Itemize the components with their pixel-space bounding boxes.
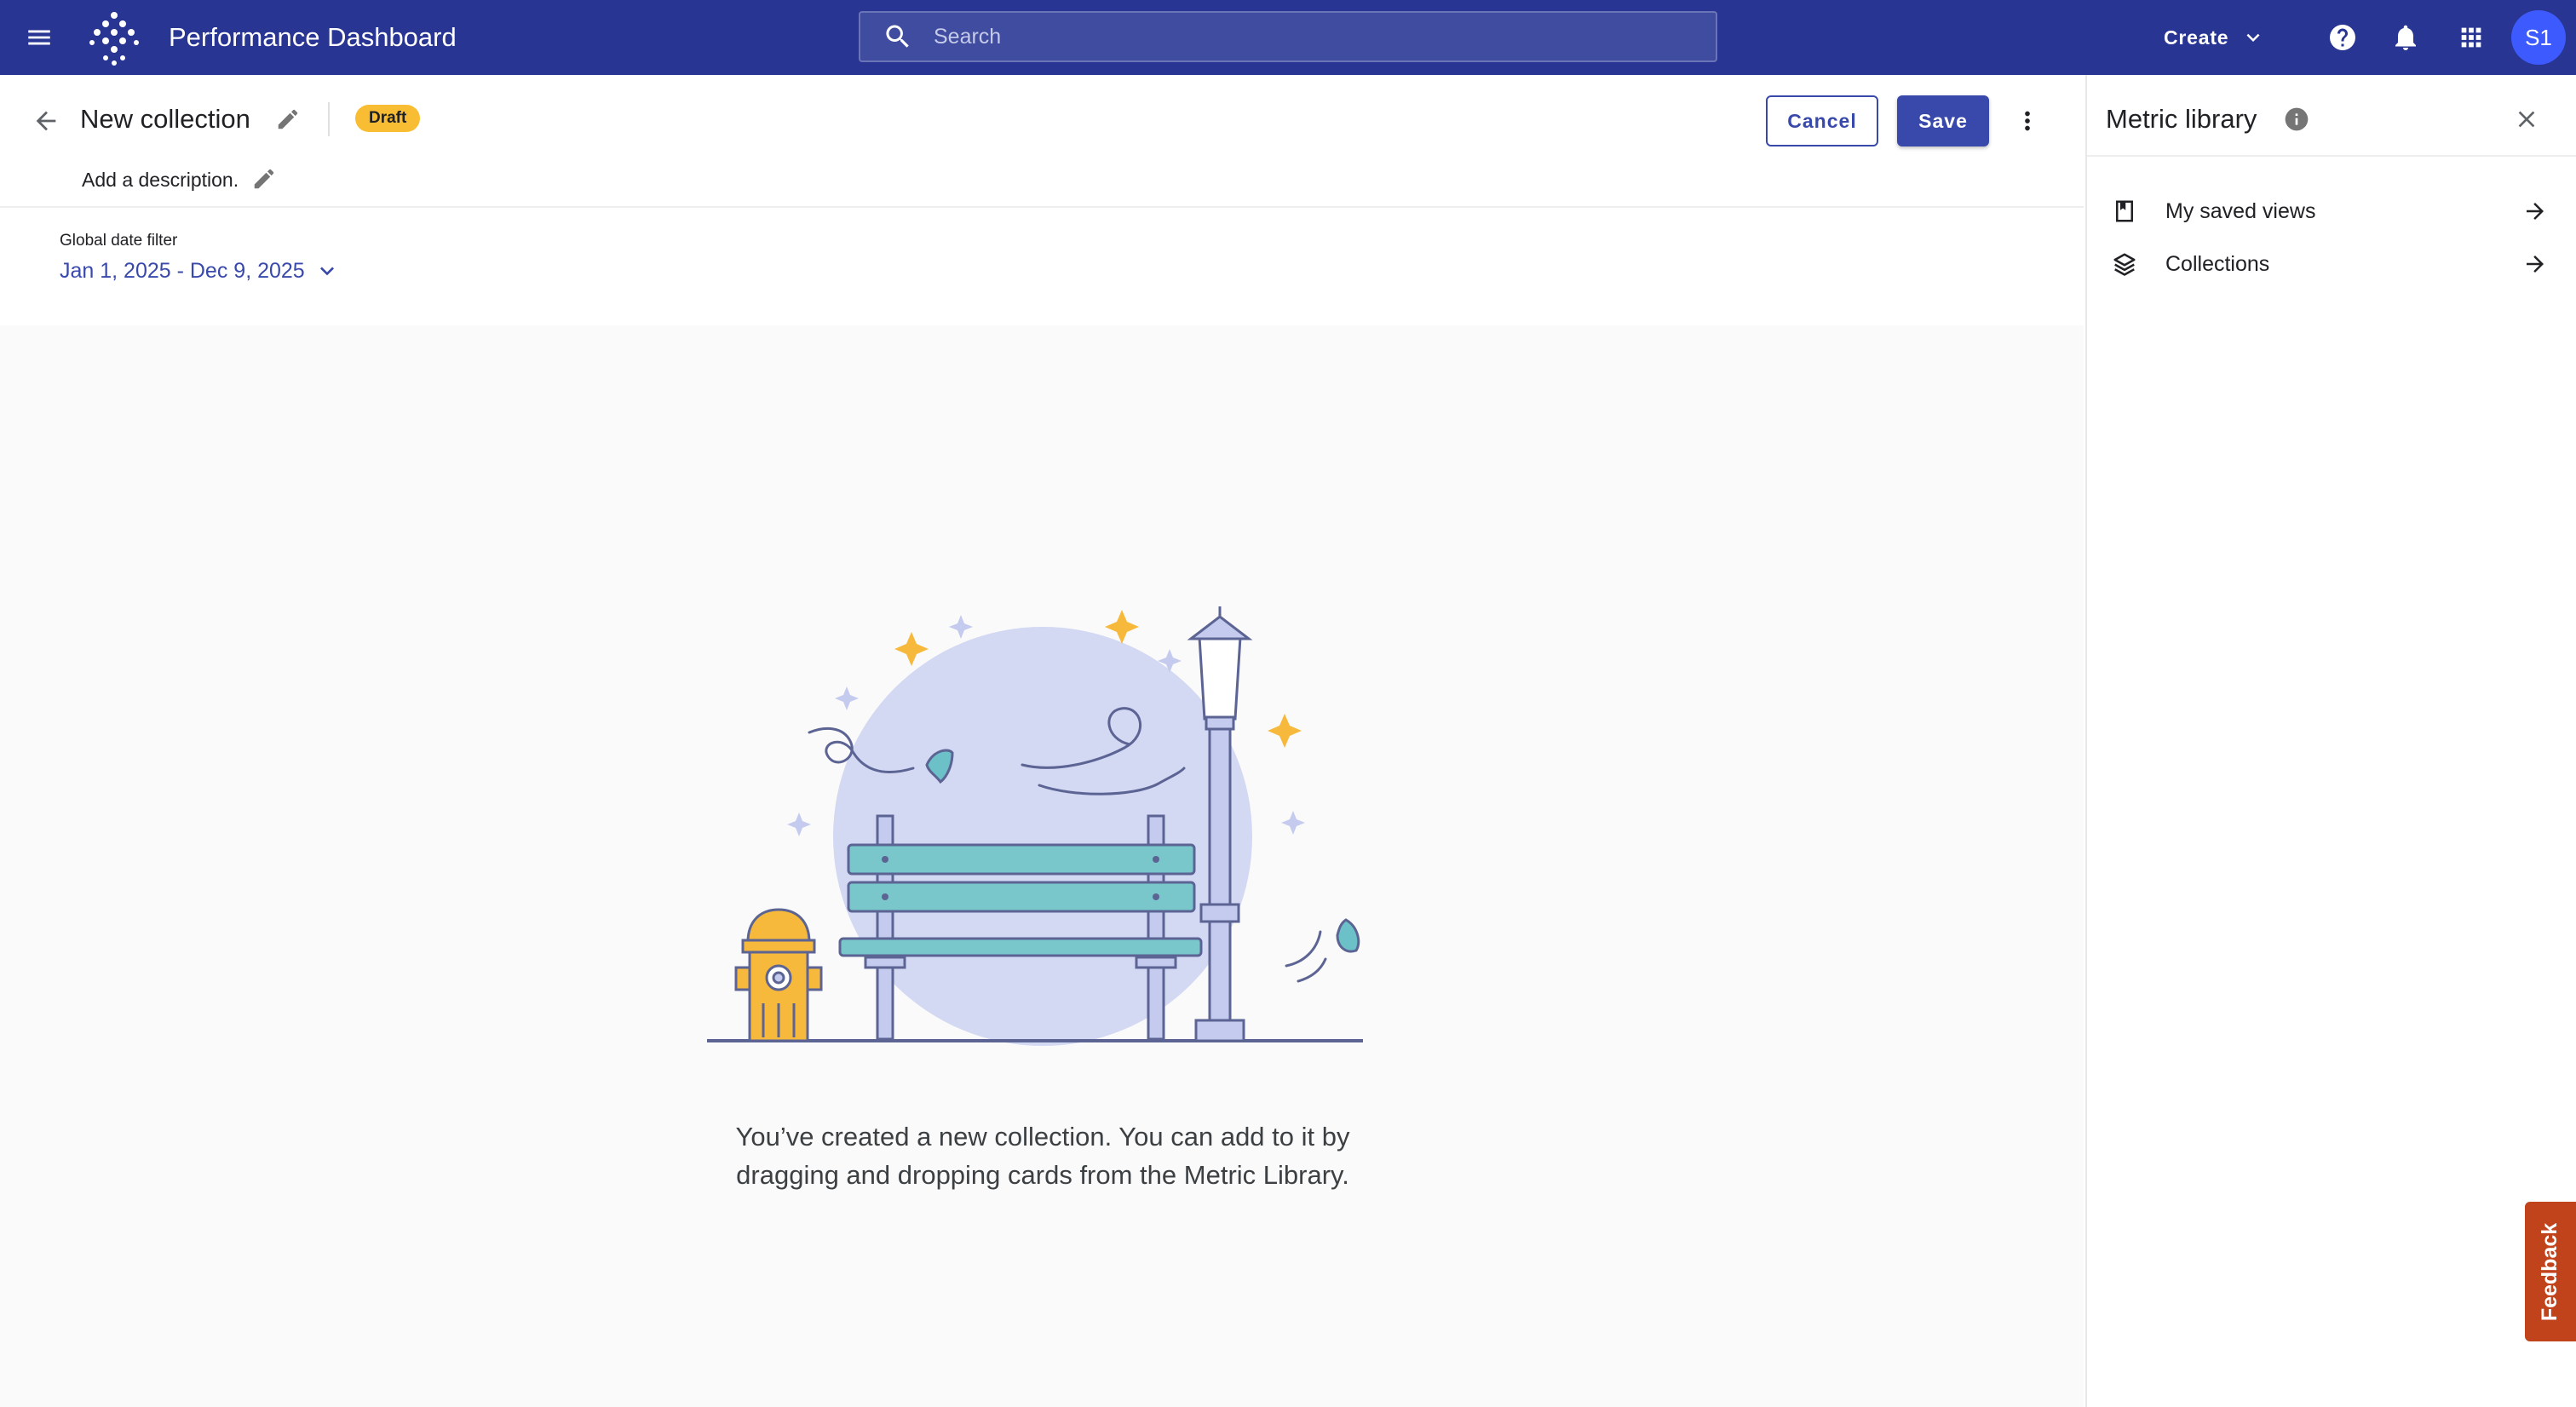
menu-icon[interactable]: [19, 17, 60, 58]
layers-icon: [2109, 249, 2140, 279]
metric-library-panel: Metric library My saved views Collection…: [2085, 75, 2576, 1407]
metric-library-header: Metric library: [2087, 75, 2576, 157]
collection-title: New collection: [80, 104, 250, 134]
metric-library-title: Metric library: [2106, 104, 2257, 134]
collection-canvas[interactable]: You’ve created a new collection. You can…: [0, 325, 2084, 1407]
empty-state-message: You’ve created a new collection. You can…: [735, 1122, 1350, 1190]
search-icon: [886, 25, 909, 48]
arrow-right-icon: [2520, 249, 2550, 279]
notifications-bell-icon[interactable]: [2387, 19, 2424, 56]
chevron-down-icon: [2246, 33, 2260, 42]
park-bench-illustration: [707, 606, 1363, 1046]
metric-library-item-label: Collections: [2165, 251, 2270, 276]
edit-description-pencil-icon[interactable]: [249, 164, 279, 194]
metric-library-item-saved-views[interactable]: My saved views: [2087, 186, 2576, 237]
collection-editor: New collection Draft Cancel Save Add a d…: [0, 75, 2084, 1407]
date-filter-value: Jan 1, 2025 - Dec 9, 2025: [60, 258, 305, 283]
draft-status-badge: Draft: [355, 105, 421, 132]
edit-title-pencil-icon[interactable]: [273, 104, 303, 135]
search-input[interactable]: [913, 13, 1716, 60]
info-icon[interactable]: [2281, 104, 2312, 135]
collection-description[interactable]: Add a description.: [82, 167, 239, 192]
app-title: Performance Dashboard: [169, 22, 457, 52]
metric-library-item-label: My saved views: [2165, 198, 2316, 223]
create-label: Create: [2164, 26, 2229, 49]
top-app-bar: Performance Dashboard Create S1: [0, 0, 2576, 75]
date-filter-dropdown[interactable]: Jan 1, 2025 - Dec 9, 2025: [60, 257, 341, 284]
arrow-right-icon: [2520, 196, 2550, 227]
app-logo-icon: [85, 9, 143, 66]
chevron-down-icon: [319, 267, 334, 276]
title-divider: [328, 102, 330, 136]
more-options-icon[interactable]: [2007, 100, 2048, 141]
feedback-button[interactable]: Feedback: [2525, 1202, 2576, 1341]
apps-grid-icon[interactable]: [2452, 19, 2490, 56]
user-avatar[interactable]: S1: [2511, 10, 2566, 65]
search-bar[interactable]: [859, 11, 1717, 62]
cancel-button[interactable]: Cancel: [1766, 95, 1878, 146]
metric-library-item-collections[interactable]: Collections: [2087, 238, 2576, 290]
help-icon[interactable]: [2324, 19, 2361, 56]
close-icon[interactable]: [2508, 100, 2545, 138]
date-filter-label: Global date filter: [60, 232, 178, 250]
save-button[interactable]: Save: [1897, 95, 1989, 146]
feedback-label: Feedback: [2538, 1222, 2562, 1321]
bookmark-icon: [2109, 196, 2140, 227]
collection-header: New collection Draft Cancel Save Add a d…: [0, 75, 2084, 208]
create-menu-button[interactable]: Create: [2164, 15, 2266, 60]
back-arrow-icon[interactable]: [26, 100, 66, 141]
